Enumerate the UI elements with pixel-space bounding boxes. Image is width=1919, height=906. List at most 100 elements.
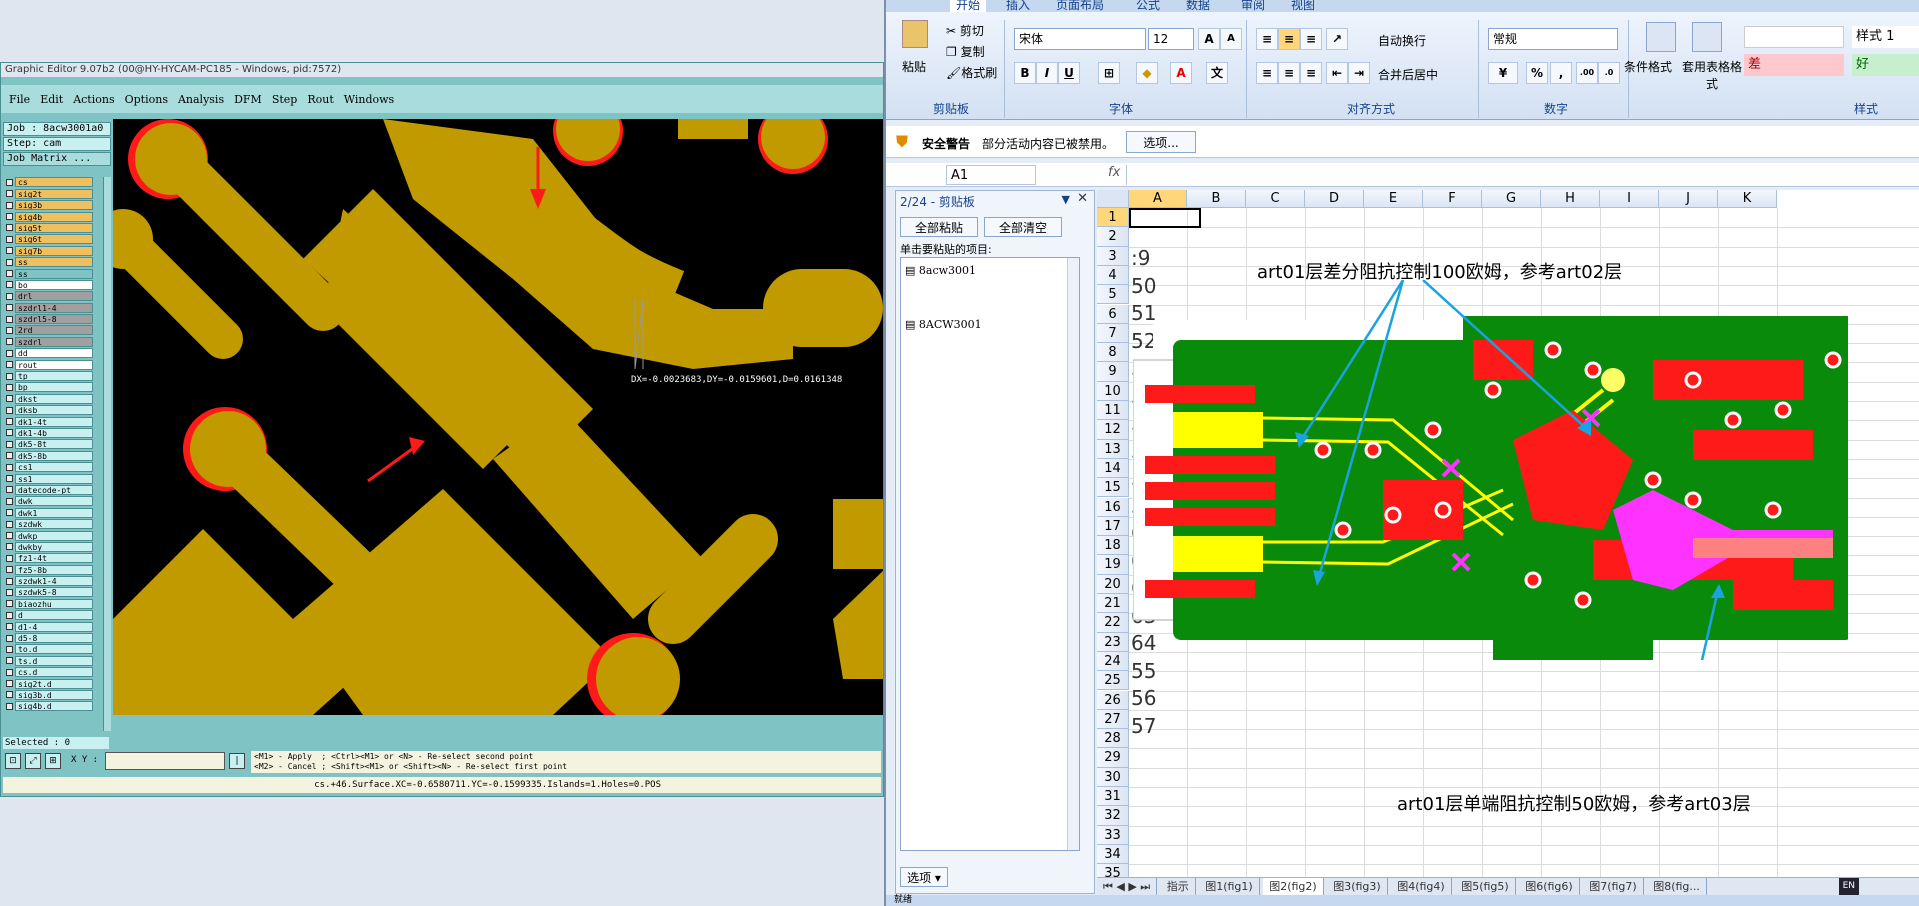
layer-checkbox[interactable]: [6, 532, 13, 539]
row-header[interactable]: 15: [1097, 478, 1129, 498]
layer-checkbox[interactable]: [6, 554, 13, 562]
percent-button[interactable]: %: [1526, 62, 1548, 84]
style-good-cell[interactable]: 好: [1852, 54, 1919, 76]
column-header[interactable]: C: [1246, 190, 1305, 208]
style-bad-cell[interactable]: 差: [1744, 54, 1844, 76]
sheet-tab[interactable]: 图6(fig6): [1519, 878, 1580, 895]
formula-input[interactable]: [1126, 165, 1919, 185]
style-normal-cell[interactable]: [1744, 26, 1844, 48]
menu-file[interactable]: File: [9, 93, 30, 106]
menu-rout[interactable]: Rout: [307, 93, 333, 106]
layer-scrollbar[interactable]: [103, 177, 111, 731]
column-header[interactable]: K: [1718, 190, 1777, 208]
layer-row[interactable]: sig4b: [3, 211, 103, 222]
layer-row[interactable]: fz1-4t: [3, 553, 103, 564]
layer-row[interactable]: ss: [3, 257, 103, 268]
layer-row[interactable]: dksb: [3, 405, 103, 416]
job-matrix-button[interactable]: Job Matrix ...: [3, 152, 111, 166]
layer-row[interactable]: fz5-8b: [3, 564, 103, 575]
sheet-tab[interactable]: 图7(fig7): [1583, 878, 1644, 895]
layer-checkbox[interactable]: [6, 668, 13, 676]
row-header[interactable]: 14: [1097, 458, 1129, 479]
layer-checkbox[interactable]: [6, 281, 13, 289]
row-header[interactable]: 27: [1097, 709, 1129, 730]
font-size-select[interactable]: 12: [1148, 28, 1194, 50]
layer-checkbox[interactable]: [6, 509, 13, 517]
layer-row[interactable]: ts.d: [3, 655, 103, 666]
layer-row[interactable]: dk5-8b: [3, 450, 103, 461]
close-icon[interactable]: ✕: [1077, 191, 1088, 206]
table-format-button[interactable]: 套用表格格式: [1682, 58, 1742, 92]
align-bottom-icon[interactable]: ≡: [1300, 28, 1322, 50]
row-header[interactable]: 29: [1097, 748, 1129, 768]
graphic-canvas[interactable]: DX=-0.0023683,DY=-0.0159601,D=0.0161348: [113, 119, 883, 715]
row-header[interactable]: 3: [1097, 246, 1129, 266]
row-header[interactable]: 8: [1097, 343, 1129, 363]
sheet-tab-active[interactable]: 图2(fig2): [1263, 878, 1324, 895]
row-header[interactable]: 31: [1097, 787, 1129, 807]
layer-row[interactable]: szdrl1-4: [3, 302, 103, 313]
layer-checkbox[interactable]: [6, 566, 13, 574]
paste-all-button[interactable]: 全部粘贴: [900, 217, 978, 237]
layer-row[interactable]: szdrl: [3, 336, 103, 347]
align-right-icon[interactable]: ≡: [1300, 62, 1322, 84]
column-header[interactable]: H: [1541, 190, 1600, 208]
font-color-icon[interactable]: A: [1170, 62, 1192, 84]
layer-row[interactable]: sig2t: [3, 188, 103, 199]
row-header[interactable]: 22: [1097, 613, 1129, 633]
grow-font-button[interactable]: A: [1198, 28, 1220, 50]
layer-checkbox[interactable]: [6, 292, 13, 300]
row-header[interactable]: 25: [1097, 671, 1129, 691]
clipboard-item[interactable]: ▤ 8acw3001: [905, 264, 976, 277]
layer-row[interactable]: dwk: [3, 496, 103, 507]
layer-checkbox[interactable]: [6, 657, 13, 665]
layer-checkbox[interactable]: [6, 611, 13, 619]
layer-checkbox[interactable]: [6, 680, 13, 688]
layer-checkbox[interactable]: [6, 213, 13, 221]
layer-row[interactable]: cs1: [3, 462, 103, 473]
snap-icon[interactable]: ⊡: [5, 753, 21, 769]
layer-row[interactable]: sig6t: [3, 234, 103, 245]
layer-checkbox[interactable]: [6, 224, 13, 232]
sheet-tab[interactable]: 图1(fig1): [1199, 878, 1260, 895]
layer-checkbox[interactable]: [6, 475, 13, 483]
layer-checkbox[interactable]: [6, 395, 13, 403]
row-header[interactable]: 20: [1097, 574, 1129, 594]
column-header[interactable]: E: [1364, 190, 1423, 208]
clipboard-item[interactable]: ▤ 8ACW3001: [905, 318, 982, 331]
row-header[interactable]: 2: [1097, 227, 1129, 247]
layer-row[interactable]: dkst: [3, 393, 103, 404]
layer-checkbox[interactable]: [6, 543, 13, 551]
row-header[interactable]: 24: [1097, 651, 1129, 672]
conditional-format-button[interactable]: 条件格式: [1624, 58, 1672, 75]
column-header[interactable]: A: [1129, 190, 1187, 208]
layer-row[interactable]: sig7b: [3, 245, 103, 256]
sheet-tab[interactable]: 图4(fig4): [1391, 878, 1452, 895]
row-header[interactable]: 12: [1097, 420, 1129, 440]
layer-row[interactable]: ss: [3, 268, 103, 279]
fill-color-icon[interactable]: ◆: [1136, 62, 1158, 84]
layer-row[interactable]: sig3b: [3, 200, 103, 211]
menu-step[interactable]: Step: [272, 93, 298, 106]
pipe-icon[interactable]: |: [229, 753, 245, 769]
layer-row[interactable]: drl: [3, 291, 103, 302]
layer-checkbox[interactable]: [6, 452, 13, 460]
layer-row[interactable]: d: [3, 610, 103, 621]
clear-all-button[interactable]: 全部清空: [984, 217, 1062, 237]
name-box[interactable]: A1: [946, 165, 1036, 185]
wrap-text-button[interactable]: 自动换行: [1378, 32, 1426, 49]
phonetic-icon[interactable]: 文: [1206, 62, 1228, 84]
layer-row[interactable]: bp: [3, 382, 103, 393]
border-icon[interactable]: ⊞: [1098, 62, 1120, 84]
xy-input[interactable]: [105, 752, 225, 770]
layer-checkbox[interactable]: [6, 634, 13, 642]
row-header[interactable]: 32: [1097, 806, 1129, 826]
indent-decrease-icon[interactable]: ⇤: [1326, 62, 1348, 84]
layer-row[interactable]: dwkby: [3, 541, 103, 553]
row-header[interactable]: 7: [1097, 323, 1129, 344]
function-icon[interactable]: fx: [1108, 165, 1120, 180]
menu-edit[interactable]: Edit: [40, 93, 63, 106]
layer-row[interactable]: sig2t.d: [3, 678, 103, 689]
layer-checkbox[interactable]: [6, 258, 13, 266]
layer-checkbox[interactable]: [6, 178, 13, 186]
